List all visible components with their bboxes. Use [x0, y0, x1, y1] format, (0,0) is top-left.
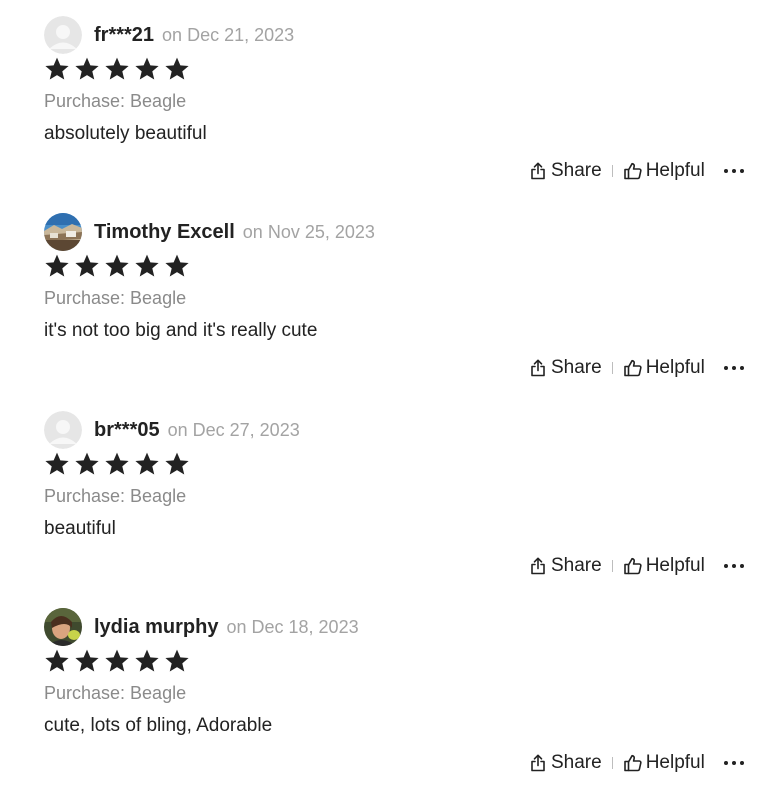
review-header: br***05 on Dec 27, 2023	[94, 417, 300, 445]
landscape-photo-avatar[interactable]	[44, 213, 82, 251]
helpful-button[interactable]: Helpful	[623, 555, 705, 577]
reviewer-name[interactable]: lydia murphy	[94, 616, 218, 638]
review-actions: Share Helpful	[528, 159, 745, 183]
purchase-variant: Purchase: Beagle	[44, 288, 187, 308]
purchase-variant: Purchase: Beagle	[44, 486, 187, 506]
star-rating	[44, 648, 190, 674]
star-rating	[44, 253, 190, 279]
review-actions: Share Helpful	[528, 554, 745, 578]
share-button[interactable]: Share	[528, 555, 602, 577]
share-label: Share	[551, 357, 602, 378]
thumbs-up-icon	[623, 161, 643, 181]
helpful-button[interactable]: Helpful	[623, 160, 705, 182]
thumbs-up-icon	[623, 556, 643, 576]
more-options-icon[interactable]	[723, 168, 745, 174]
review-date: on Dec 21, 2023	[162, 25, 295, 45]
reviewer-name[interactable]: br***05	[94, 419, 160, 441]
more-options-icon[interactable]	[723, 563, 745, 569]
review-item: fr***21 on Dec 21, 2023 Purchase: Beagle …	[0, 0, 771, 197]
more-options-icon[interactable]	[723, 365, 745, 371]
default-avatar-icon[interactable]	[44, 411, 82, 449]
share-label: Share	[551, 160, 602, 181]
review-header: lydia murphy on Dec 18, 2023	[94, 614, 359, 642]
action-divider	[611, 757, 613, 769]
star-icon	[74, 253, 100, 279]
purchase-variant: Purchase: Beagle	[44, 683, 187, 703]
reviewer-name[interactable]: Timothy Excell	[94, 221, 235, 243]
share-label: Share	[551, 555, 602, 576]
action-divider	[611, 362, 613, 374]
review-item: lydia murphy on Dec 18, 2023 Purchase: Be…	[0, 592, 771, 789]
helpful-label: Helpful	[645, 752, 705, 773]
review-actions: Share Helpful	[528, 356, 745, 380]
action-divider	[611, 165, 613, 177]
helpful-button[interactable]: Helpful	[623, 752, 705, 774]
review-date: on Dec 18, 2023	[226, 617, 359, 637]
star-icon	[104, 56, 130, 82]
helpful-label: Helpful	[645, 357, 705, 378]
star-icon	[74, 648, 100, 674]
review-item: Timothy Excell on Nov 25, 2023 Purchase: …	[0, 197, 771, 394]
star-icon	[164, 56, 190, 82]
helpful-label: Helpful	[645, 160, 705, 181]
helpful-button[interactable]: Helpful	[623, 357, 705, 379]
star-rating	[44, 451, 190, 477]
star-icon	[164, 648, 190, 674]
star-icon	[44, 56, 70, 82]
star-icon	[44, 451, 70, 477]
review-header: fr***21 on Dec 21, 2023	[94, 22, 294, 50]
share-icon	[528, 556, 548, 576]
purchase-variant: Purchase: Beagle	[44, 91, 187, 111]
star-icon	[164, 451, 190, 477]
review-date: on Nov 25, 2023	[242, 222, 375, 242]
default-avatar-icon[interactable]	[44, 16, 82, 54]
reviewer-name[interactable]: fr***21	[94, 24, 154, 46]
star-icon	[74, 56, 100, 82]
review-actions: Share Helpful	[528, 751, 745, 775]
share-icon	[528, 753, 548, 773]
thumbs-up-icon	[623, 358, 643, 378]
star-icon	[44, 253, 70, 279]
review-header: Timothy Excell on Nov 25, 2023	[94, 219, 375, 247]
share-button[interactable]: Share	[528, 357, 602, 379]
review-text: beautiful	[44, 518, 116, 539]
star-icon	[104, 253, 130, 279]
review-text: cute, lots of bling, Adorable	[44, 715, 273, 736]
star-icon	[134, 56, 160, 82]
star-icon	[164, 253, 190, 279]
helpful-label: Helpful	[645, 555, 705, 576]
action-divider	[611, 560, 613, 572]
share-icon	[528, 161, 548, 181]
review-text: absolutely beautiful	[44, 123, 207, 144]
share-label: Share	[551, 752, 602, 773]
review-date: on Dec 27, 2023	[167, 420, 300, 440]
star-icon	[44, 648, 70, 674]
review-item: br***05 on Dec 27, 2023 Purchase: Beagle …	[0, 395, 771, 592]
star-rating	[44, 56, 190, 82]
share-icon	[528, 358, 548, 378]
star-icon	[134, 451, 160, 477]
share-button[interactable]: Share	[528, 752, 602, 774]
share-button[interactable]: Share	[528, 160, 602, 182]
more-options-icon[interactable]	[723, 760, 745, 766]
star-icon	[104, 451, 130, 477]
star-icon	[104, 648, 130, 674]
star-icon	[134, 648, 160, 674]
review-text: it's not too big and it's really cute	[44, 320, 318, 341]
star-icon	[74, 451, 100, 477]
person-photo-avatar[interactable]	[44, 608, 82, 646]
star-icon	[134, 253, 160, 279]
thumbs-up-icon	[623, 753, 643, 773]
